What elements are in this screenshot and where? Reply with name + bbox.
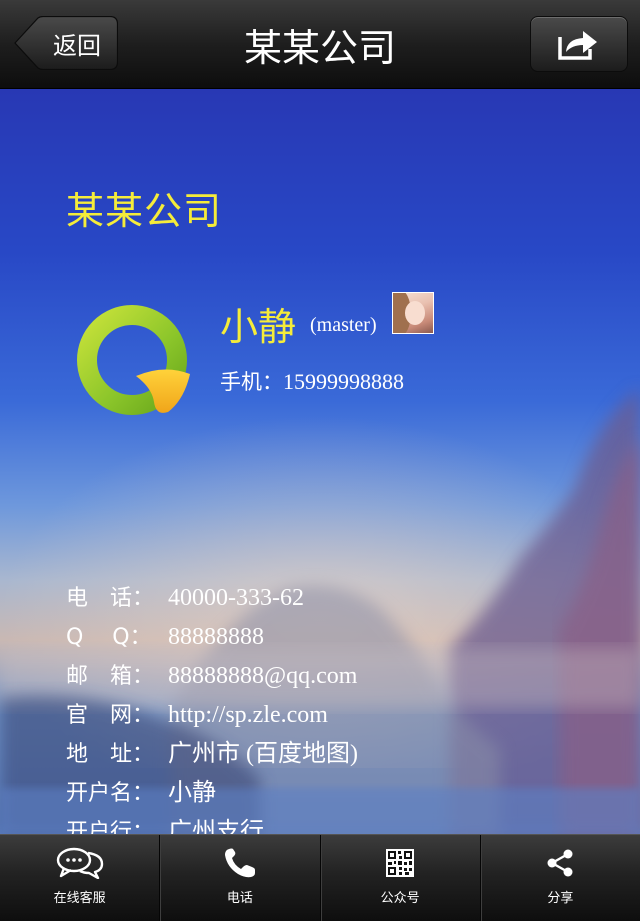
info-label: 开户名： [66, 781, 155, 806]
tab-official-account[interactable]: 公众号 [321, 835, 481, 921]
bottom-tab-bar: 在线客服 电话 公众号 分享 [0, 834, 640, 921]
mobile-label: 手机： [220, 370, 283, 394]
info-label: 官 网： [66, 703, 155, 728]
info-label: 地 址： [66, 742, 155, 767]
tab-label: 分享 [547, 891, 574, 906]
share-nodes-icon [547, 849, 573, 877]
info-value: 40000-333-62 [168, 585, 304, 611]
info-row-address[interactable]: 地 址： 广州市 (百度地图) [66, 736, 358, 772]
info-row-account-name: 开户名： 小静 [66, 775, 216, 811]
avatar[interactable] [392, 292, 434, 334]
qr-code-icon [386, 849, 415, 877]
info-label: 邮 箱： [66, 664, 155, 689]
tab-share[interactable]: 分享 [481, 835, 640, 921]
q-logo [77, 305, 190, 415]
top-nav-bar: 返回 某某公司 [0, 0, 640, 89]
info-value: 小静 [168, 780, 216, 806]
share-icon [558, 31, 597, 60]
contact-name: 小静 [220, 305, 297, 349]
back-button-label: 返回 [53, 31, 101, 60]
tab-label: 在线客服 [53, 891, 106, 906]
info-value: 88888888 [168, 624, 264, 650]
info-value: http://sp.zle.com [168, 702, 328, 728]
info-row-phone[interactable]: 电 话： 40000-333-62 [66, 580, 304, 616]
back-button[interactable]: 返回 [14, 16, 118, 70]
contact-role: (master) [310, 314, 377, 336]
share-button[interactable] [530, 16, 628, 72]
company-name: 某某公司 [66, 189, 223, 233]
page-title: 某某公司 [243, 25, 396, 70]
tab-label: 电话 [226, 891, 253, 906]
mobile-number: 15999998888 [283, 369, 404, 394]
chat-bubbles-icon [56, 847, 103, 879]
info-label: 电 话： [66, 586, 155, 611]
tab-online-service[interactable]: 在线客服 [0, 835, 161, 921]
info-value: 88888888@qq.com [168, 663, 358, 689]
info-value: 广州市 (百度地图) [168, 741, 358, 767]
info-row-website[interactable]: 官 网： http://sp.zle.com [66, 697, 328, 733]
phone-icon [224, 848, 255, 878]
info-row-qq[interactable]: Q Q： 88888888 [66, 619, 264, 655]
info-row-email[interactable]: 邮 箱： 88888888@qq.com [66, 658, 357, 694]
tab-label: 公众号 [380, 891, 420, 906]
info-label: Q Q： [66, 625, 152, 650]
tab-phone[interactable]: 电话 [160, 835, 321, 921]
mobile-line[interactable]: 手机：15999998888 [220, 366, 404, 396]
